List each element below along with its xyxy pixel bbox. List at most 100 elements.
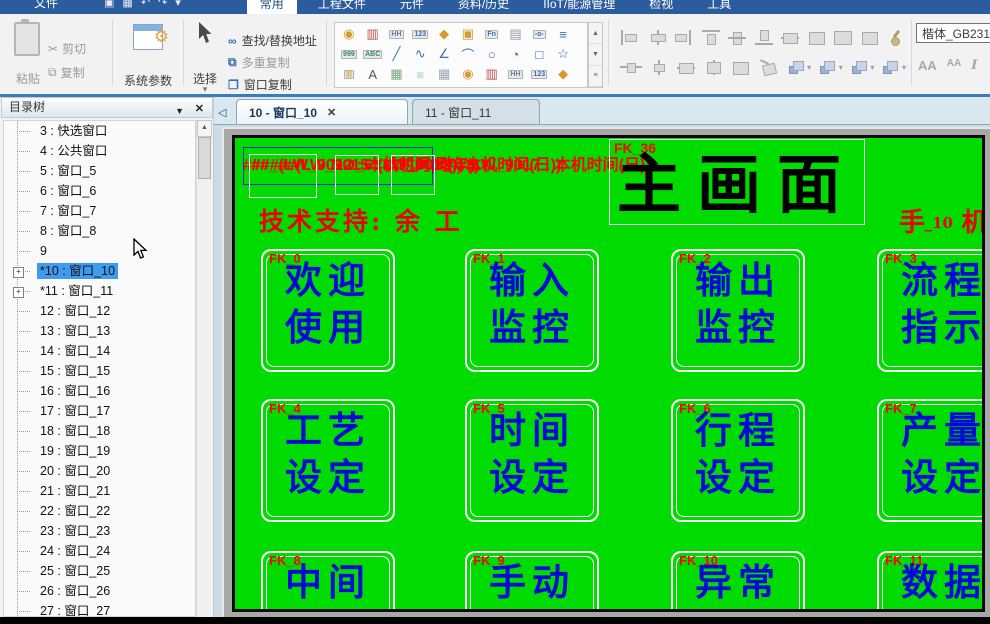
fk-button-FK_6[interactable]: FK_6行程设定: [671, 399, 805, 522]
fk-button-FK_2[interactable]: FK_2输出监控: [671, 249, 805, 372]
ascii-display-icon[interactable]: ABC: [361, 44, 385, 64]
numeric-display-box[interactable]: [249, 154, 317, 198]
combo-window-icon[interactable]: ▤: [504, 24, 528, 44]
panel-caret-icon[interactable]: ▼: [175, 102, 184, 121]
menu-tab-IIoT/能源管理[interactable]: IIoT/能源管理: [530, 0, 628, 14]
tree-item-12-12[interactable]: 12 : 窗口_12: [4, 301, 195, 321]
star-icon[interactable]: ☆: [551, 44, 575, 64]
arc-icon[interactable]: ⌒: [456, 44, 480, 64]
fit-frame-icon[interactable]: [832, 30, 851, 45]
align-middle-icon[interactable]: [726, 30, 745, 45]
file-menu[interactable]: 文件: [24, 0, 68, 14]
text-icon[interactable]: A: [361, 64, 385, 84]
move-down-button-caret-icon[interactable]: ▾: [870, 63, 874, 72]
tree-item-25-25[interactable]: 25 : 窗口_25: [4, 561, 195, 581]
menu-tab-常用[interactable]: 常用: [247, 0, 297, 14]
system-parameters-button[interactable]: 系统参数: [113, 72, 183, 89]
pie-icon[interactable]: ◔: [504, 44, 528, 64]
fk-button-FK_9[interactable]: FK_9手动测试: [465, 551, 599, 609]
system-parameters-icon[interactable]: [133, 24, 163, 50]
table-icon[interactable]: ▦: [432, 64, 456, 84]
pin-icon[interactable]: [885, 30, 904, 45]
fk-button-FK_3[interactable]: FK_3流程指示: [877, 249, 982, 372]
cut-button[interactable]: ✂ 剪切: [48, 40, 86, 57]
fk-button-FK_4[interactable]: FK_4工艺设定: [261, 399, 395, 522]
tree-item-15-15[interactable]: 15 : 窗口_15: [4, 361, 195, 381]
tree-item-6-6[interactable]: 6 : 窗口_6: [4, 181, 195, 201]
toolbox-scroll-up-icon[interactable]: ▲: [589, 23, 602, 44]
tree-item--11-11[interactable]: +*11 : 窗口_11: [4, 281, 195, 301]
menu-tab-工具[interactable]: 工具: [694, 0, 744, 14]
tree-item-7-7[interactable]: 7 : 窗口_7: [4, 201, 195, 221]
same-width-icon[interactable]: [779, 30, 798, 45]
tree-scrollbar[interactable]: ▲: [196, 120, 212, 617]
expand-icon[interactable]: +: [13, 287, 24, 298]
scale-icon[interactable]: |||: [337, 64, 361, 84]
bring-to-front-button[interactable]: [786, 60, 806, 75]
align-center-icon[interactable]: [647, 30, 666, 45]
tab-window-10[interactable]: 10 - 窗口_10 ✕: [236, 99, 408, 124]
align-top-icon[interactable]: [700, 30, 719, 45]
tree-item-3-[interactable]: 3 : 快选窗口: [4, 121, 195, 141]
find-replace-address-button[interactable]: ∞查找/替换地址: [228, 32, 317, 49]
same-size-icon[interactable]: [806, 30, 825, 45]
undo-icon[interactable]: ↶: [141, 0, 150, 9]
tab-window-11[interactable]: 11 - 窗口_11: [412, 99, 540, 124]
bring-to-front-button-caret-icon[interactable]: ▾: [807, 63, 811, 72]
stretch-size-icon[interactable]: [730, 60, 750, 75]
move-up-button-caret-icon[interactable]: ▾: [839, 63, 843, 72]
fk-button-FK_7[interactable]: FK_7产量设定: [877, 399, 982, 522]
window-copy-button[interactable]: ❐窗口复制: [228, 76, 292, 93]
tree-item-21-21[interactable]: 21 : 窗口_21: [4, 481, 195, 501]
scrollbar-thumb[interactable]: [198, 137, 211, 179]
switch-icon[interactable]: ▣: [456, 24, 480, 44]
menu-tab-工程文件[interactable]: 工程文件: [305, 0, 379, 14]
stretch-height-icon[interactable]: [703, 60, 723, 75]
move-up-button[interactable]: [817, 60, 837, 75]
preview-icon[interactable]: ▦: [122, 0, 132, 9]
quick-access-caret-icon[interactable]: ▾: [175, 0, 181, 9]
decrease-font-size-button[interactable]: AA: [947, 58, 961, 73]
tree-item-13-13[interactable]: 13 : 窗口_13: [4, 321, 195, 341]
line-icon[interactable]: ╱: [385, 44, 409, 64]
scroll-up-arrow-icon[interactable]: ▲: [197, 120, 212, 137]
multi-copy-button[interactable]: ⧉多重复制: [228, 54, 290, 71]
slider-icon[interactable]: -o-: [527, 24, 551, 44]
panel-close-icon[interactable]: ✕: [195, 100, 204, 119]
option-list-icon[interactable]: ≡: [551, 24, 575, 44]
copy-button[interactable]: ⧉ 复制: [48, 64, 85, 81]
tree-item-14-14[interactable]: 14 : 窗口_14: [4, 341, 195, 361]
polyline-icon[interactable]: ∠: [432, 44, 456, 64]
tab-scroll-left-icon[interactable]: ◁: [218, 106, 226, 119]
select-caret-icon[interactable]: ▾: [198, 84, 212, 95]
align-right-icon[interactable]: [673, 30, 692, 45]
fk-button-FK_11[interactable]: FK_11数据存取: [877, 551, 982, 609]
tree-item-9[interactable]: 9: [4, 241, 195, 261]
font-family-combobox[interactable]: 楷体_GB2312: [916, 23, 990, 43]
tree-item-18-18[interactable]: 18 : 窗口_18: [4, 421, 195, 441]
menu-tab-元件[interactable]: 元件: [387, 0, 437, 14]
picture-icon[interactable]: ▦: [385, 64, 409, 84]
tree-item-16-16[interactable]: 16 : 窗口_16: [4, 381, 195, 401]
send-to-back-button[interactable]: [880, 60, 900, 75]
tree-item--10-10[interactable]: +*10 : 窗口_10: [4, 261, 195, 281]
italic-button[interactable]: I: [971, 58, 977, 73]
tag2-icon[interactable]: ◆: [551, 64, 575, 84]
increase-font-size-button[interactable]: AA: [918, 58, 937, 73]
set-bit-key2-icon[interactable]: HH: [504, 64, 528, 84]
fk-button-FK_0[interactable]: FK_0欢迎使用: [261, 249, 395, 372]
tree-item-4-[interactable]: 4 : 公共窗口: [4, 141, 195, 161]
tree-item-20-20[interactable]: 20 : 窗口_20: [4, 461, 195, 481]
tree-item-5-5[interactable]: 5 : 窗口_5: [4, 161, 195, 181]
align-bottom-icon[interactable]: [753, 30, 772, 45]
tree-item-27-27[interactable]: 27 : 窗口_27: [4, 601, 195, 617]
wave-icon[interactable]: ∿: [408, 44, 432, 64]
nudge-icon[interactable]: [859, 30, 878, 45]
numeric-display-box[interactable]: [335, 155, 379, 195]
fk-button-FK_10[interactable]: FK_10异常信息: [671, 551, 805, 609]
support-text[interactable]: 技术支持: 余 工: [259, 202, 463, 238]
distribute-horizontal-icon[interactable]: [620, 60, 640, 75]
move-down-button[interactable]: [849, 60, 869, 75]
multi-state-switch2-icon[interactable]: ▥: [480, 64, 504, 84]
tree-item-24-24[interactable]: 24 : 窗口_24: [4, 541, 195, 561]
